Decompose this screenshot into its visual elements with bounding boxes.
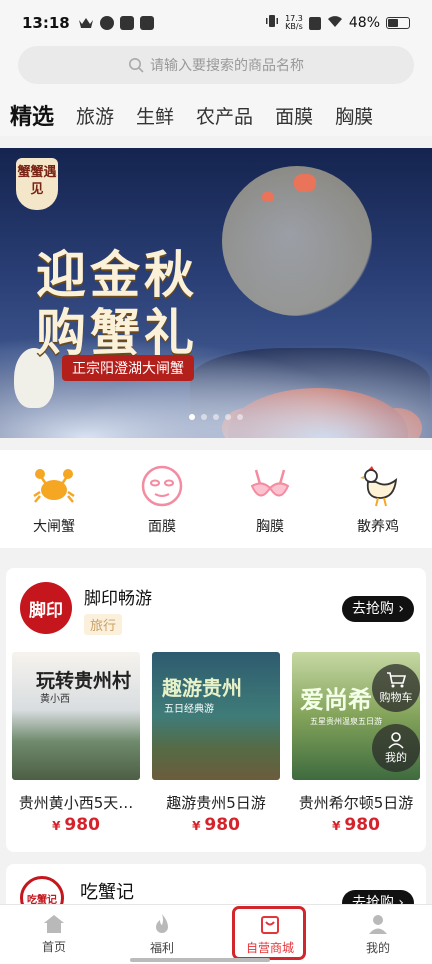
search-input[interactable]: 请输入要搜索的商品名称 xyxy=(18,46,414,84)
floating-cart-button[interactable]: 购物车 xyxy=(372,664,420,712)
tab-welfare[interactable]: 福利 xyxy=(108,905,216,964)
tab-chest-mask[interactable]: 胸膜 xyxy=(335,102,373,129)
app-icon xyxy=(139,16,154,30)
banner-ribbon: 正宗阳澄湖大闸蟹 xyxy=(62,355,194,381)
banner-title: 迎金秋 购蟹礼 xyxy=(36,245,198,362)
carousel-dot[interactable] xyxy=(189,414,195,420)
bottom-tab-bar: 首页 福利 自营商城 我的 xyxy=(0,904,432,964)
highlight-box xyxy=(232,906,306,960)
crown-icon xyxy=(78,16,94,30)
product-price: ¥980 xyxy=(52,815,100,835)
sim-icon xyxy=(308,16,321,30)
carousel-dot[interactable] xyxy=(237,414,243,420)
search-placeholder: 请输入要搜索的商品名称 xyxy=(150,58,304,74)
category-chest-mask[interactable]: 胸膜 xyxy=(225,462,315,536)
category-icons: 大闸蟹 面膜 胸膜 散养鸡 xyxy=(0,450,432,548)
category-face-mask[interactable]: 面膜 xyxy=(117,462,207,536)
product-price: ¥980 xyxy=(192,815,240,835)
carousel-dot[interactable] xyxy=(225,414,231,420)
product-card[interactable]: 趣游贵州 五日经典游 趣游贵州5日游 ¥980 xyxy=(152,652,280,835)
category-tabs: 精选 旅游 生鲜 农产品 面膜 胸膜 xyxy=(0,94,432,136)
product-list: 玩转贵州村 黄小西 贵州黄小西5天… ¥980 趣游贵州 五日经典游 趣游贵州5… xyxy=(12,652,424,835)
vibrate-icon xyxy=(265,14,279,32)
product-price: ¥980 xyxy=(332,815,380,835)
crab-icon xyxy=(29,462,79,510)
home-indicator[interactable] xyxy=(130,958,270,962)
status-time: 13:18 xyxy=(22,14,70,32)
shop-tag: 旅行 xyxy=(84,614,123,635)
bra-icon xyxy=(245,462,295,510)
home-icon xyxy=(44,915,64,933)
product-name: 贵州希尔顿5日游 xyxy=(298,794,414,812)
carousel-dots xyxy=(0,414,432,420)
network-speed: 17.3 KB/s xyxy=(285,14,303,31)
carousel-dot[interactable] xyxy=(213,414,219,420)
tab-travel[interactable]: 旅游 xyxy=(76,102,114,129)
product-image: 趣游贵州 五日经典游 xyxy=(152,652,280,780)
tab-farm-products[interactable]: 农产品 xyxy=(196,102,253,129)
floating-mine-button[interactable]: 我的 xyxy=(372,724,420,772)
product-card[interactable]: 玩转贵州村 黄小西 贵州黄小西5天… ¥980 xyxy=(12,652,140,835)
carousel-dot[interactable] xyxy=(201,414,207,420)
shop-name[interactable]: 吃蟹记 xyxy=(80,878,134,904)
lantern-graphic xyxy=(294,174,316,192)
lantern-graphic xyxy=(262,192,274,202)
face-mask-icon xyxy=(137,462,187,510)
search-icon xyxy=(129,58,144,73)
tab-featured[interactable]: 精选 xyxy=(10,99,54,131)
cart-icon xyxy=(387,672,406,688)
product-image: 玩转贵州村 黄小西 xyxy=(12,652,140,780)
play-icon xyxy=(119,16,134,30)
product-name: 贵州黄小西5天… xyxy=(18,794,134,812)
notification-icons xyxy=(78,16,154,30)
promo-banner[interactable]: 蟹蟹遇见 迎金秋 购蟹礼 正宗阳澄湖大闸蟹 xyxy=(0,148,432,438)
user-icon xyxy=(388,732,404,749)
category-chicken[interactable]: 散养鸡 xyxy=(333,462,423,536)
wifi-icon xyxy=(327,15,343,32)
search-bar-area: 请输入要搜索的商品名称 xyxy=(0,40,432,94)
product-name: 趣游贵州5日游 xyxy=(166,794,266,812)
go-buy-button[interactable]: 去抢购 › xyxy=(341,596,414,622)
user-icon xyxy=(369,915,387,934)
battery-icon xyxy=(386,17,410,29)
chicken-icon xyxy=(353,462,403,510)
shop-name[interactable]: 脚印畅游 xyxy=(84,584,152,609)
battery-percent: 48% xyxy=(348,15,380,31)
tab-fresh[interactable]: 生鲜 xyxy=(136,102,174,129)
shop-logo[interactable]: 脚印 xyxy=(20,582,72,634)
category-crab[interactable]: 大闸蟹 xyxy=(9,462,99,536)
tab-home[interactable]: 首页 xyxy=(0,905,108,964)
banner-tag: 蟹蟹遇见 xyxy=(16,158,58,210)
tab-face-mask[interactable]: 面膜 xyxy=(275,102,313,129)
shop-card-jiaoyin: 脚印 脚印畅游 旅行 去抢购 › 玩转贵州村 黄小西 贵州黄小西5天… ¥980… xyxy=(6,568,426,852)
flame-icon xyxy=(156,914,168,933)
badge-icon xyxy=(99,16,114,30)
tab-mine[interactable]: 我的 xyxy=(324,905,432,964)
